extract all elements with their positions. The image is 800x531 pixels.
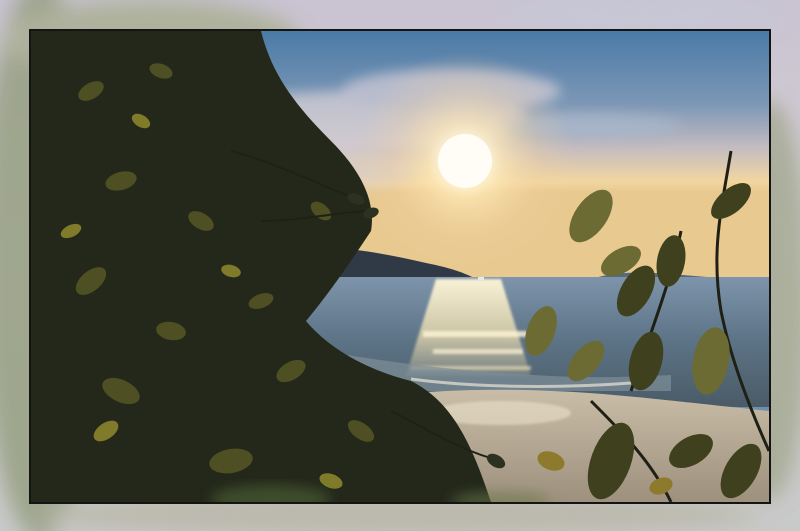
photo — [29, 29, 771, 504]
sunset-scene — [31, 31, 769, 502]
photo-stage — [0, 0, 800, 531]
boat — [478, 277, 484, 280]
sun — [438, 134, 492, 188]
